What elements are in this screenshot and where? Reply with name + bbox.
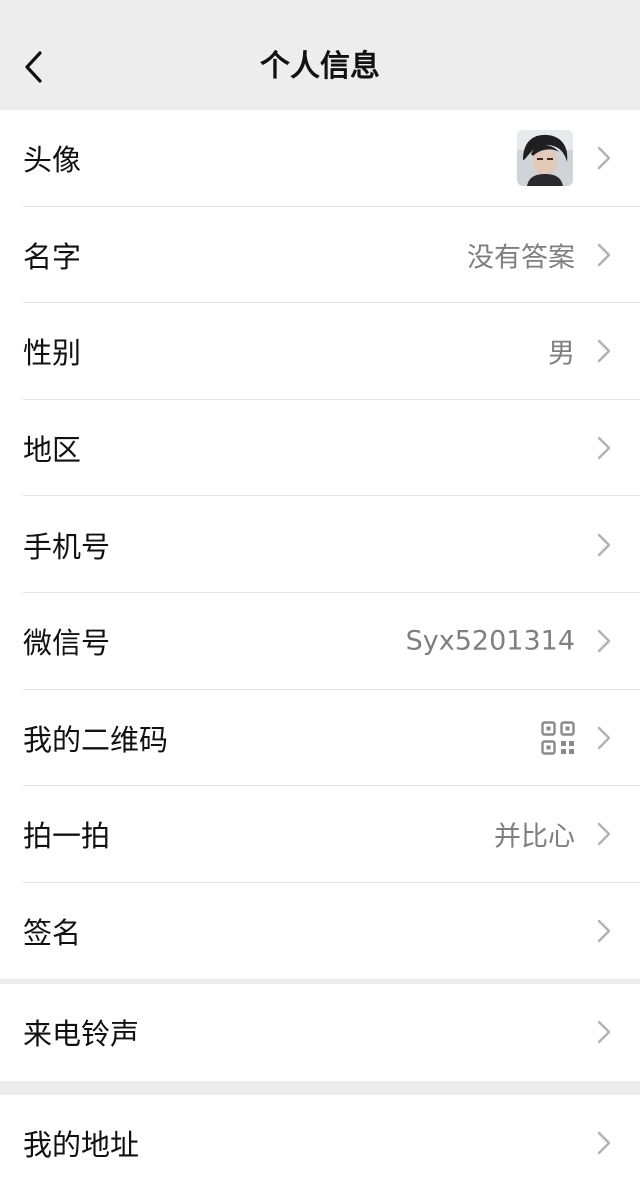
gender-row[interactable]: 性别 男 — [0, 303, 640, 400]
chevron-right-icon — [597, 1021, 611, 1044]
row-label: 性别 — [23, 336, 82, 371]
address-row[interactable]: 我的地址 — [0, 1095, 640, 1192]
avatar — [517, 130, 573, 187]
row-label: 来电铃声 — [23, 1017, 140, 1052]
name-row[interactable]: 名字 没有答案 — [0, 207, 640, 304]
page-title: 个人信息 — [260, 49, 380, 84]
avatar-row[interactable]: 头像 — [0, 110, 640, 207]
chevron-right-icon — [597, 147, 611, 170]
row-label: 头像 — [23, 143, 82, 178]
qr-code-row[interactable]: 我的二维码 — [0, 690, 640, 787]
gender-value: 男 — [548, 338, 575, 370]
row-label: 名字 — [23, 239, 82, 274]
address-group: 我的地址 — [0, 1095, 640, 1192]
wechat-id-row[interactable]: 微信号 Syx5201314 — [0, 593, 640, 690]
pat-row[interactable]: 拍一拍 并比心 — [0, 786, 640, 883]
row-label: 手机号 — [23, 529, 111, 564]
row-label: 我的二维码 — [23, 722, 169, 757]
row-label: 地区 — [23, 433, 82, 468]
profile-settings-group: 头像 名字 没有答案 性别 男 地区 手机号 微信号 Syx5201314 我的… — [0, 110, 640, 980]
chevron-right-icon — [597, 533, 611, 556]
ringtone-row[interactable]: 来电铃声 — [0, 984, 640, 1081]
pat-value: 并比心 — [494, 821, 575, 853]
chevron-right-icon — [597, 436, 611, 460]
row-label: 我的地址 — [23, 1128, 140, 1163]
chevron-right-icon — [597, 823, 611, 846]
chevron-right-icon — [597, 630, 611, 653]
chevron-right-icon — [597, 919, 611, 943]
ringtone-group: 来电铃声 — [0, 984, 640, 1081]
chevron-right-icon — [597, 1132, 611, 1155]
region-row[interactable]: 地区 — [0, 400, 640, 497]
row-label: 拍一拍 — [23, 819, 111, 854]
phone-row[interactable]: 手机号 — [0, 496, 640, 593]
name-value: 没有答案 — [467, 242, 575, 274]
qr-code-icon — [541, 721, 575, 755]
chevron-right-icon — [597, 243, 611, 267]
navigation-bar: 个人信息 — [0, 0, 640, 110]
chevron-right-icon — [597, 726, 611, 750]
chevron-right-icon — [597, 340, 611, 363]
signature-row[interactable]: 签名 — [0, 883, 640, 980]
row-label: 微信号 — [23, 626, 111, 661]
row-label: 签名 — [23, 916, 82, 951]
wechat-id-value: Syx5201314 — [405, 625, 575, 657]
